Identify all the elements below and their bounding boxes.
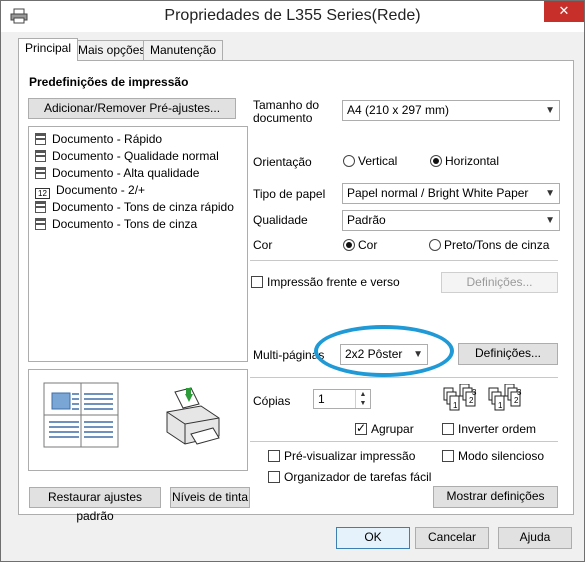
radio-selected-icon <box>430 155 442 167</box>
document-icon <box>35 167 46 179</box>
show-settings-button[interactable]: Mostrar definições <box>433 486 558 508</box>
orientation-label: Orientação <box>253 155 312 169</box>
tab-manutencao[interactable]: Manutenção <box>143 40 224 60</box>
document-icon <box>35 133 46 145</box>
grayscale-radio[interactable]: Preto/Tons de cinza <box>429 238 549 252</box>
divider <box>250 441 558 442</box>
paper-type-label: Tipo de papel <box>253 187 326 201</box>
list-item[interactable]: Documento - Tons de cinza rápido <box>35 200 234 214</box>
duplex-checkbox[interactable]: Impressão frente e verso <box>251 275 400 289</box>
orientation-vertical-radio[interactable]: Vertical <box>343 154 397 168</box>
document-icon <box>35 218 46 230</box>
duplex-settings-button[interactable]: Definições... <box>441 272 558 293</box>
svg-text:2: 2 <box>469 396 474 405</box>
checkbox-icon <box>442 423 454 435</box>
print-preview-checkbox[interactable]: Pré-visualizar impressão <box>268 449 415 463</box>
radio-icon <box>429 239 441 251</box>
tab-principal[interactable]: Principal <box>18 38 79 61</box>
poster-layout-icon <box>43 382 119 448</box>
layout-preview <box>28 369 248 471</box>
color-label: Cor <box>253 238 273 252</box>
presets-list[interactable]: Documento - Rápido Documento - Qualidade… <box>28 126 248 362</box>
add-remove-presets-button[interactable]: Adicionar/Remover Pré-ajustes... <box>28 98 236 119</box>
copies-stepper[interactable]: 1 ▲ ▼ <box>313 389 371 409</box>
checkbox-icon <box>268 471 280 483</box>
collate-checkbox[interactable]: Agrupar <box>355 421 414 436</box>
list-item[interactable]: Documento - Alta qualidade <box>35 166 199 180</box>
svg-text:1: 1 <box>498 401 503 410</box>
list-item[interactable]: Documento - Tons de cinza <box>35 217 197 231</box>
quality-select[interactable]: Padrão ▼ <box>342 210 560 231</box>
tab-mais-opcoes[interactable]: Mais opções <box>71 40 153 60</box>
checkbox-icon <box>442 450 454 462</box>
radio-icon <box>343 155 355 167</box>
restore-defaults-button[interactable]: Restaurar ajustes padrão <box>29 487 161 523</box>
document-icon <box>35 201 46 213</box>
svg-text:3: 3 <box>472 388 477 397</box>
reverse-order-icon: 1 2 3 <box>488 384 522 411</box>
divider <box>250 260 558 261</box>
multipage-settings-button[interactable]: Definições... <box>458 343 558 365</box>
title-bar: Propriedades de L355 Series(Rede) ✕ <box>1 1 584 32</box>
ok-button[interactable]: OK <box>336 527 410 549</box>
paper-type-select[interactable]: Papel normal / Bright White Paper ▼ <box>342 183 560 204</box>
reverse-order-checkbox[interactable]: Inverter ordem <box>442 422 536 436</box>
help-button[interactable]: Ajuda <box>498 527 572 549</box>
list-item[interactable]: Documento - Qualidade normal <box>35 149 219 163</box>
duplex-icon: 12 <box>35 188 50 199</box>
ink-levels-button[interactable]: Níveis de tinta <box>170 487 250 508</box>
collate-icon: 1 2 3 <box>443 384 477 411</box>
orientation-horizontal-radio[interactable]: Horizontal <box>430 154 499 168</box>
paper-size-label: Tamanho do documento <box>253 98 320 125</box>
close-button[interactable]: ✕ <box>544 1 584 22</box>
divider <box>250 377 558 378</box>
printer-icon <box>166 387 220 445</box>
cancel-button[interactable]: Cancelar <box>415 527 489 549</box>
color-radio[interactable]: Cor <box>343 238 377 252</box>
properties-dialog: Propriedades de L355 Series(Rede) ✕ Prin… <box>0 0 585 562</box>
radio-selected-icon <box>343 239 355 251</box>
chevron-down-icon: ▼ <box>545 188 555 199</box>
paper-size-select[interactable]: A4 (210 x 297 mm) ▼ <box>342 100 560 121</box>
job-arranger-checkbox[interactable]: Organizador de tarefas fácil <box>268 470 431 484</box>
document-icon <box>35 150 46 162</box>
checkbox-icon <box>268 450 280 462</box>
copies-label: Cópias <box>253 394 291 408</box>
svg-text:1: 1 <box>453 401 458 410</box>
checkbox-checked-icon <box>355 421 367 435</box>
presets-heading: Predefinições de impressão <box>29 75 189 89</box>
list-item[interactable]: Documento - Rápido <box>35 132 162 146</box>
quality-label: Qualidade <box>253 213 308 227</box>
chevron-down-icon: ▼ <box>545 215 555 226</box>
chevron-down-icon: ▼ <box>545 105 555 116</box>
svg-text:2: 2 <box>514 396 519 405</box>
window-title: Propriedades de L355 Series(Rede) <box>164 7 421 24</box>
list-item[interactable]: 12 Documento - 2/+ <box>35 183 145 199</box>
checkbox-icon <box>251 276 263 288</box>
stepper-down-icon[interactable]: ▼ <box>355 399 370 408</box>
highlight-oval <box>314 325 454 377</box>
svg-text:3: 3 <box>517 388 522 397</box>
stepper-up-icon[interactable]: ▲ <box>355 390 370 399</box>
quiet-mode-checkbox[interactable]: Modo silencioso <box>442 449 544 463</box>
